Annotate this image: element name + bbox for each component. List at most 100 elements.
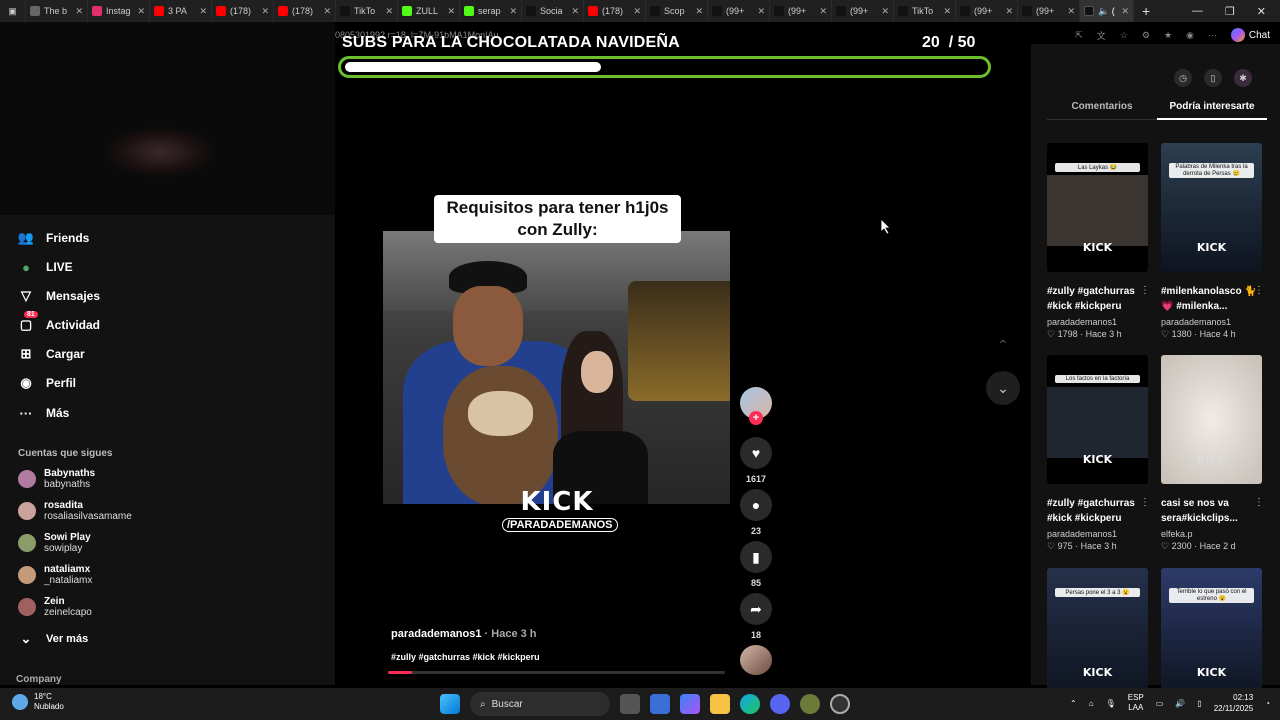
notifications-icon[interactable]: ◔ (1265, 699, 1270, 708)
following-item[interactable]: nataliamx _nataliamx (18, 564, 92, 586)
video-thumbnail[interactable]: KICK (1161, 355, 1262, 484)
video-author-name[interactable]: paradademanos1 (391, 628, 481, 640)
close-icon[interactable]: ✕ (447, 6, 455, 17)
windows-start-icon[interactable] (440, 694, 460, 714)
video-author[interactable]: paradademanos1 · Hace 3 h (391, 628, 537, 640)
discord-icon[interactable] (770, 694, 790, 714)
sidebar-item-live[interactable]: ● LIVE (18, 259, 73, 275)
browser-tab[interactable]: The b ✕ (26, 0, 88, 22)
following-item[interactable]: rosadita rosaliasilvasamame (18, 500, 132, 522)
more-options-icon[interactable]: ⋮ (1254, 497, 1264, 508)
sidebar-item-perfil[interactable]: ◉ Perfil (18, 375, 76, 391)
browser-tab[interactable]: TikTo ✕ (336, 0, 398, 22)
tab-tiktok-active[interactable]: 🔈 ( ✕ (1080, 0, 1134, 22)
close-icon[interactable]: ✕ (881, 6, 889, 17)
sidebar-item-ms[interactable]: ··· Más (18, 405, 70, 421)
minimize-button[interactable]: — (1192, 5, 1203, 18)
close-icon[interactable]: ✕ (509, 6, 517, 17)
bookmark-star-icon[interactable]: ☆ (1120, 30, 1128, 41)
browser-tab[interactable]: (99+ ✕ (956, 0, 1018, 22)
copilot-app-icon[interactable] (680, 694, 700, 714)
close-icon[interactable]: ✕ (323, 6, 331, 17)
file-explorer-icon[interactable] (710, 694, 730, 714)
close-icon[interactable]: ✕ (385, 6, 393, 17)
video-thumbnail[interactable]: Persas pone el 3 a 3 😮 KICK (1047, 568, 1148, 697)
phone-icon[interactable]: ▯ (1204, 69, 1222, 87)
open-in-app-icon[interactable]: ⇱ (1075, 30, 1083, 41)
recommended-video-card[interactable]: Los factos en la factoría KICK #zully #gat… (1047, 355, 1150, 553)
sidebar-item-actividad[interactable]: ▢ 81 Actividad (18, 311, 100, 333)
video-thumbnail[interactable]: Terrible lo que pasó con el estreno 😮 KIC… (1161, 568, 1262, 697)
tab-recommended[interactable]: Podría interesarte (1157, 101, 1267, 120)
more-options-icon[interactable]: ⋮ (1140, 497, 1150, 508)
clock-icon[interactable]: ◷ (1174, 69, 1192, 87)
video-hashtags[interactable]: #zully #gatchurras #kick #kickperu (391, 652, 540, 662)
browser-tab[interactable]: serap ✕ (460, 0, 522, 22)
tray-overflow-icon[interactable]: ⌃ (1070, 699, 1077, 708)
mic-icon[interactable]: 🎙 (1106, 699, 1116, 708)
card-author[interactable]: paradademanos1 (1047, 316, 1148, 328)
close-icon[interactable]: ✕ (943, 6, 951, 17)
more-options-icon[interactable]: ⋮ (1140, 285, 1150, 296)
close-icon[interactable]: ✕ (75, 6, 83, 17)
edge-icon[interactable] (740, 694, 760, 714)
close-icon[interactable]: ✕ (633, 6, 641, 17)
network-icon[interactable]: ⌂ (1089, 699, 1094, 708)
browser-tab[interactable]: (99+ ✕ (770, 0, 832, 22)
browser-tab[interactable]: (99+ ✕ (1018, 0, 1080, 22)
language-indicator[interactable]: ESP LAA (1128, 693, 1144, 713)
close-icon[interactable]: ✕ (261, 6, 269, 17)
weather-widget[interactable]: 18°C Nublado (12, 692, 64, 712)
recommended-video-card[interactable]: Las Laykas 😂 KICK #zully #gatchurras #kick… (1047, 143, 1150, 341)
following-item[interactable]: Babynaths babynaths (18, 468, 95, 490)
close-icon[interactable]: ✕ (571, 6, 579, 17)
close-icon[interactable]: ✕ (199, 6, 207, 17)
browser-tab[interactable]: 3 PA ✕ (150, 0, 212, 22)
follow-plus-icon[interactable]: + (749, 411, 763, 425)
sound-avatar[interactable] (740, 645, 772, 675)
comment-button[interactable]: ● (740, 489, 772, 521)
company-link[interactable]: Company (16, 674, 62, 685)
close-icon[interactable]: ✕ (1005, 6, 1013, 17)
browser-tab[interactable]: (99+ ✕ (708, 0, 770, 22)
store-icon[interactable] (650, 694, 670, 714)
close-icon[interactable]: ✕ (1067, 6, 1075, 17)
previous-video-button[interactable]: ⌃ (986, 328, 1020, 362)
new-tab-button[interactable]: + (1134, 3, 1158, 19)
volume-icon[interactable]: 🔊 (1175, 699, 1185, 708)
favorites-icon[interactable]: ★ (1164, 30, 1172, 41)
close-window-button[interactable]: ✕ (1257, 5, 1266, 18)
more-options-icon[interactable]: ⋮ (1254, 285, 1264, 296)
recommended-video-card[interactable]: KICK casi se nos va sera#kickclips... ⋮ elf… (1161, 355, 1264, 553)
clock[interactable]: 02:13 22/11/2025 (1214, 692, 1253, 714)
browser-tab[interactable]: (178) ✕ (274, 0, 336, 22)
maximize-button[interactable]: ❐ (1225, 5, 1235, 18)
recommended-video-card[interactable]: Persas pone el 3 a 3 😮 KICK (1047, 568, 1148, 697)
save-button[interactable]: ▮ (740, 541, 772, 573)
user-avatar[interactable]: ✱ (1234, 69, 1252, 87)
video-player[interactable] (383, 231, 730, 504)
video-thumbnail[interactable]: Las Laykas 😂 KICK (1047, 143, 1148, 272)
profile-avatar-icon[interactable]: ◉ (1186, 30, 1194, 41)
browser-tab[interactable]: Instag ✕ (88, 0, 150, 22)
video-thumbnail[interactable]: Palabras de Milenka tras la derrota de P… (1161, 143, 1262, 272)
taskbar-search[interactable]: ⌕ Buscar (470, 692, 610, 716)
card-author[interactable]: paradademanos1 (1047, 528, 1148, 540)
chat-button[interactable]: Chat (1230, 28, 1270, 42)
video-thumbnail[interactable]: Los factos en la factoría KICK (1047, 355, 1148, 484)
translate-icon[interactable]: 文 (1097, 29, 1106, 42)
browser-tab[interactable]: ZULL ✕ (398, 0, 460, 22)
following-item[interactable]: Sowi Play sowiplay (18, 532, 91, 554)
browser-tab[interactable]: Socia ✕ (522, 0, 584, 22)
browser-tab[interactable]: (178) ✕ (584, 0, 646, 22)
battery-icon[interactable]: ▯ (1197, 699, 1201, 708)
close-icon[interactable]: ✕ (695, 6, 703, 17)
tab-comments[interactable]: Comentarios (1047, 101, 1157, 120)
following-item[interactable]: Zein zeinelcapo (18, 596, 92, 618)
recommended-video-card[interactable]: Terrible lo que pasó con el estreno 😮 KIC… (1161, 568, 1262, 697)
card-author[interactable]: paradademanos1 (1161, 316, 1262, 328)
task-view-icon[interactable] (620, 694, 640, 714)
video-progress-bar[interactable] (388, 671, 725, 674)
obs-icon[interactable] (830, 694, 850, 714)
sidebar-item-mensajes[interactable]: ▽ Mensajes (18, 288, 100, 304)
